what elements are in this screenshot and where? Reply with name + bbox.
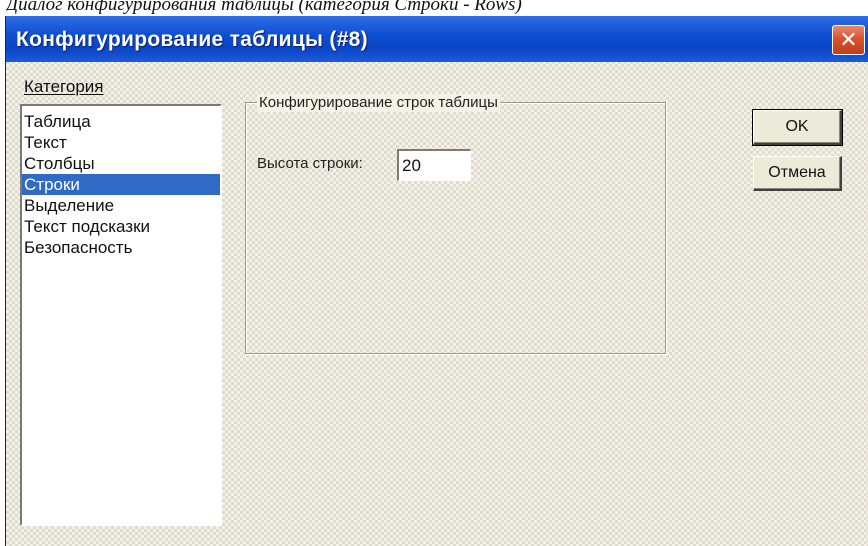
figure-caption: Диалог конфигурирования таблицы (категор… xyxy=(6,0,522,15)
category-item-table[interactable]: Таблица xyxy=(22,111,220,132)
row-height-label: Высота строки: xyxy=(257,155,363,172)
category-item-columns[interactable]: Столбцы xyxy=(22,153,220,174)
category-item-security[interactable]: Безопасность xyxy=(22,237,220,258)
close-icon: ✕ xyxy=(839,27,858,52)
category-label: Категория xyxy=(24,77,104,96)
title-bar[interactable]: Конфигурирование таблицы (#8) ✕ xyxy=(6,16,868,62)
close-button[interactable]: ✕ xyxy=(832,25,865,55)
ok-button[interactable]: OK xyxy=(752,109,843,146)
cancel-button[interactable]: Отмена xyxy=(753,156,842,191)
row-height-input[interactable] xyxy=(397,149,471,181)
category-item-tooltip-text[interactable]: Текст подсказки xyxy=(22,216,220,237)
group-title: Конфигурирование строк таблицы xyxy=(257,94,500,112)
config-dialog: Конфигурирование таблицы (#8) ✕ Категори… xyxy=(5,16,868,546)
window-title: Конфигурирование таблицы (#8) xyxy=(16,28,368,51)
row-config-group: Конфигурирование строк таблицы Высота ст… xyxy=(245,94,666,354)
category-list[interactable]: Таблица Текст Столбцы Строки Выделение Т… xyxy=(20,104,222,526)
category-item-selection[interactable]: Выделение xyxy=(22,195,220,216)
page: Диалог конфигурирования таблицы (категор… xyxy=(0,0,868,546)
category-item-rows[interactable]: Строки xyxy=(22,174,220,195)
category-item-text[interactable]: Текст xyxy=(22,132,220,153)
